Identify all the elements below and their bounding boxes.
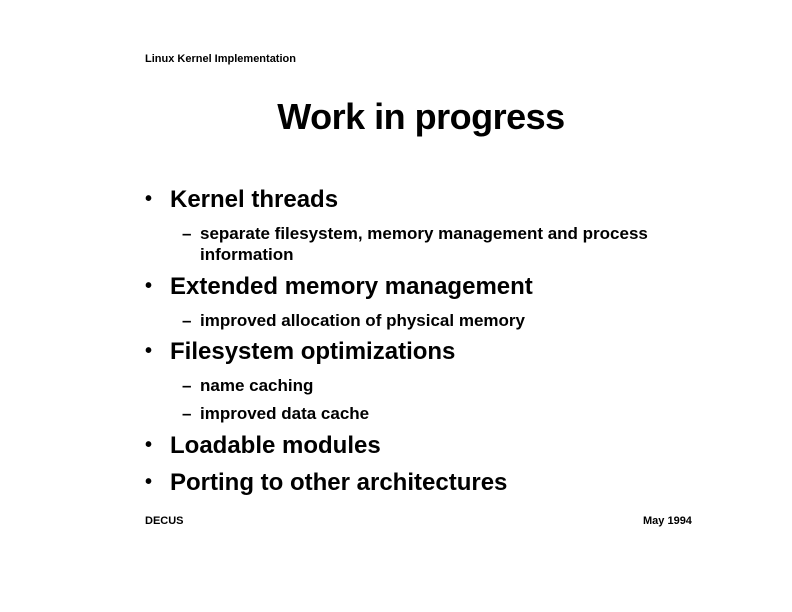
bullet-item-loadable-modules: • Loadable modules [145,432,381,460]
bullet-label: Filesystem optimizations [170,338,456,365]
slide-title: Work in progress [277,96,565,137]
slide-header: Linux Kernel Implementation [145,53,296,65]
sub-item: – separate filesystem, memory management… [182,223,682,265]
footer-left: DECUS [145,515,184,527]
bullet-item-filesystem: • Filesystem optimizations [145,338,455,366]
bullet-label: Extended memory management [170,273,533,300]
bullet-label: Kernel threads [170,186,339,213]
bullet-glyph: • [145,188,153,210]
bullet-item-kernel-threads: • Kernel threads [145,186,338,214]
bullet-glyph: • [145,434,153,456]
bullet-glyph: • [145,340,153,362]
bullet-glyph: • [145,471,153,493]
bullet-glyph: • [145,275,153,297]
sub-item-label: separate filesystem, memory management a… [200,224,648,264]
bullet-label: Porting to other architectures [170,469,508,496]
sub-item-label: name caching [200,376,314,395]
dash-glyph: – [182,376,192,395]
dash-glyph: – [182,311,192,330]
sub-item: – improved allocation of physical memory [182,310,682,331]
sub-item: – name caching [182,375,682,396]
bullet-item-extended-memory: • Extended memory management [145,273,533,301]
dash-glyph: – [182,224,192,243]
footer-right: May 1994 [643,515,692,527]
sub-item-label: improved allocation of physical memory [200,311,525,330]
dash-glyph: – [182,404,192,423]
bullet-item-porting: • Porting to other architectures [145,469,507,497]
sub-item: – improved data cache [182,403,682,424]
bullet-label: Loadable modules [170,432,381,459]
sub-item-label: improved data cache [200,404,370,423]
